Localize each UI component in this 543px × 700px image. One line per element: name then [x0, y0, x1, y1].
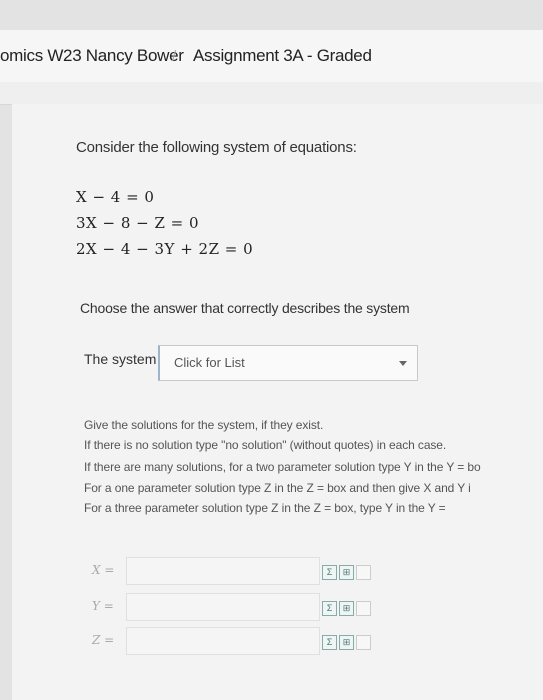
equation-editor-icon[interactable]: Σ [322, 601, 337, 616]
system-label: The system [84, 351, 157, 367]
equation-1: X − 4 = 0 [76, 188, 155, 206]
preview-icon[interactable]: ⊞ [339, 635, 354, 650]
breadcrumb: omics W23 Nancy Bower / Assignment 3A - … [0, 30, 543, 83]
toolbar-strip [0, 82, 543, 105]
choose-prompt: Choose the answer that correctly describ… [80, 300, 410, 316]
answer-z-input[interactable] [126, 627, 320, 655]
help-icon[interactable] [356, 565, 371, 580]
instruction-line-1: Give the solutions for the system, if th… [84, 418, 324, 432]
answer-x-tools: Σ ⊞ [322, 565, 373, 583]
system-select-placeholder: Click for List [174, 355, 245, 370]
answer-z-tools: Σ ⊞ [322, 635, 373, 653]
answer-y-tools: Σ ⊞ [322, 601, 373, 619]
answer-y-input[interactable] [126, 593, 320, 621]
breadcrumb-separator: / [172, 48, 177, 65]
equation-editor-icon[interactable]: Σ [322, 565, 337, 580]
equation-editor-icon[interactable]: Σ [322, 635, 337, 650]
instruction-line-2: If there is no solution type "no solutio… [84, 438, 447, 452]
help-icon[interactable] [356, 635, 371, 650]
answer-x-label: X = [92, 563, 115, 577]
answer-z-label: Z = [92, 633, 115, 647]
answer-x-input[interactable] [126, 557, 320, 585]
equation-2: 3X − 8 − Z = 0 [76, 214, 200, 232]
answer-y-label: Y = [92, 599, 114, 613]
chevron-down-icon [399, 361, 407, 366]
instruction-line-3: If there are many solutions, for a two p… [84, 460, 481, 474]
system-select[interactable]: Click for List [158, 345, 418, 381]
instruction-line-5: For a three parameter solution type Z in… [84, 501, 446, 515]
instruction-line-4: For a one parameter solution type Z in t… [84, 481, 471, 495]
breadcrumb-course[interactable]: omics W23 Nancy Bower [0, 46, 184, 66]
question-intro: Consider the following system of equatio… [76, 139, 357, 156]
preview-icon[interactable]: ⊞ [339, 565, 354, 580]
equation-3: 2X − 4 − 3Y + 2Z = 0 [76, 240, 254, 258]
preview-icon[interactable]: ⊞ [339, 601, 354, 616]
breadcrumb-assignment[interactable]: Assignment 3A - Graded [193, 46, 372, 66]
help-icon[interactable] [356, 601, 371, 616]
